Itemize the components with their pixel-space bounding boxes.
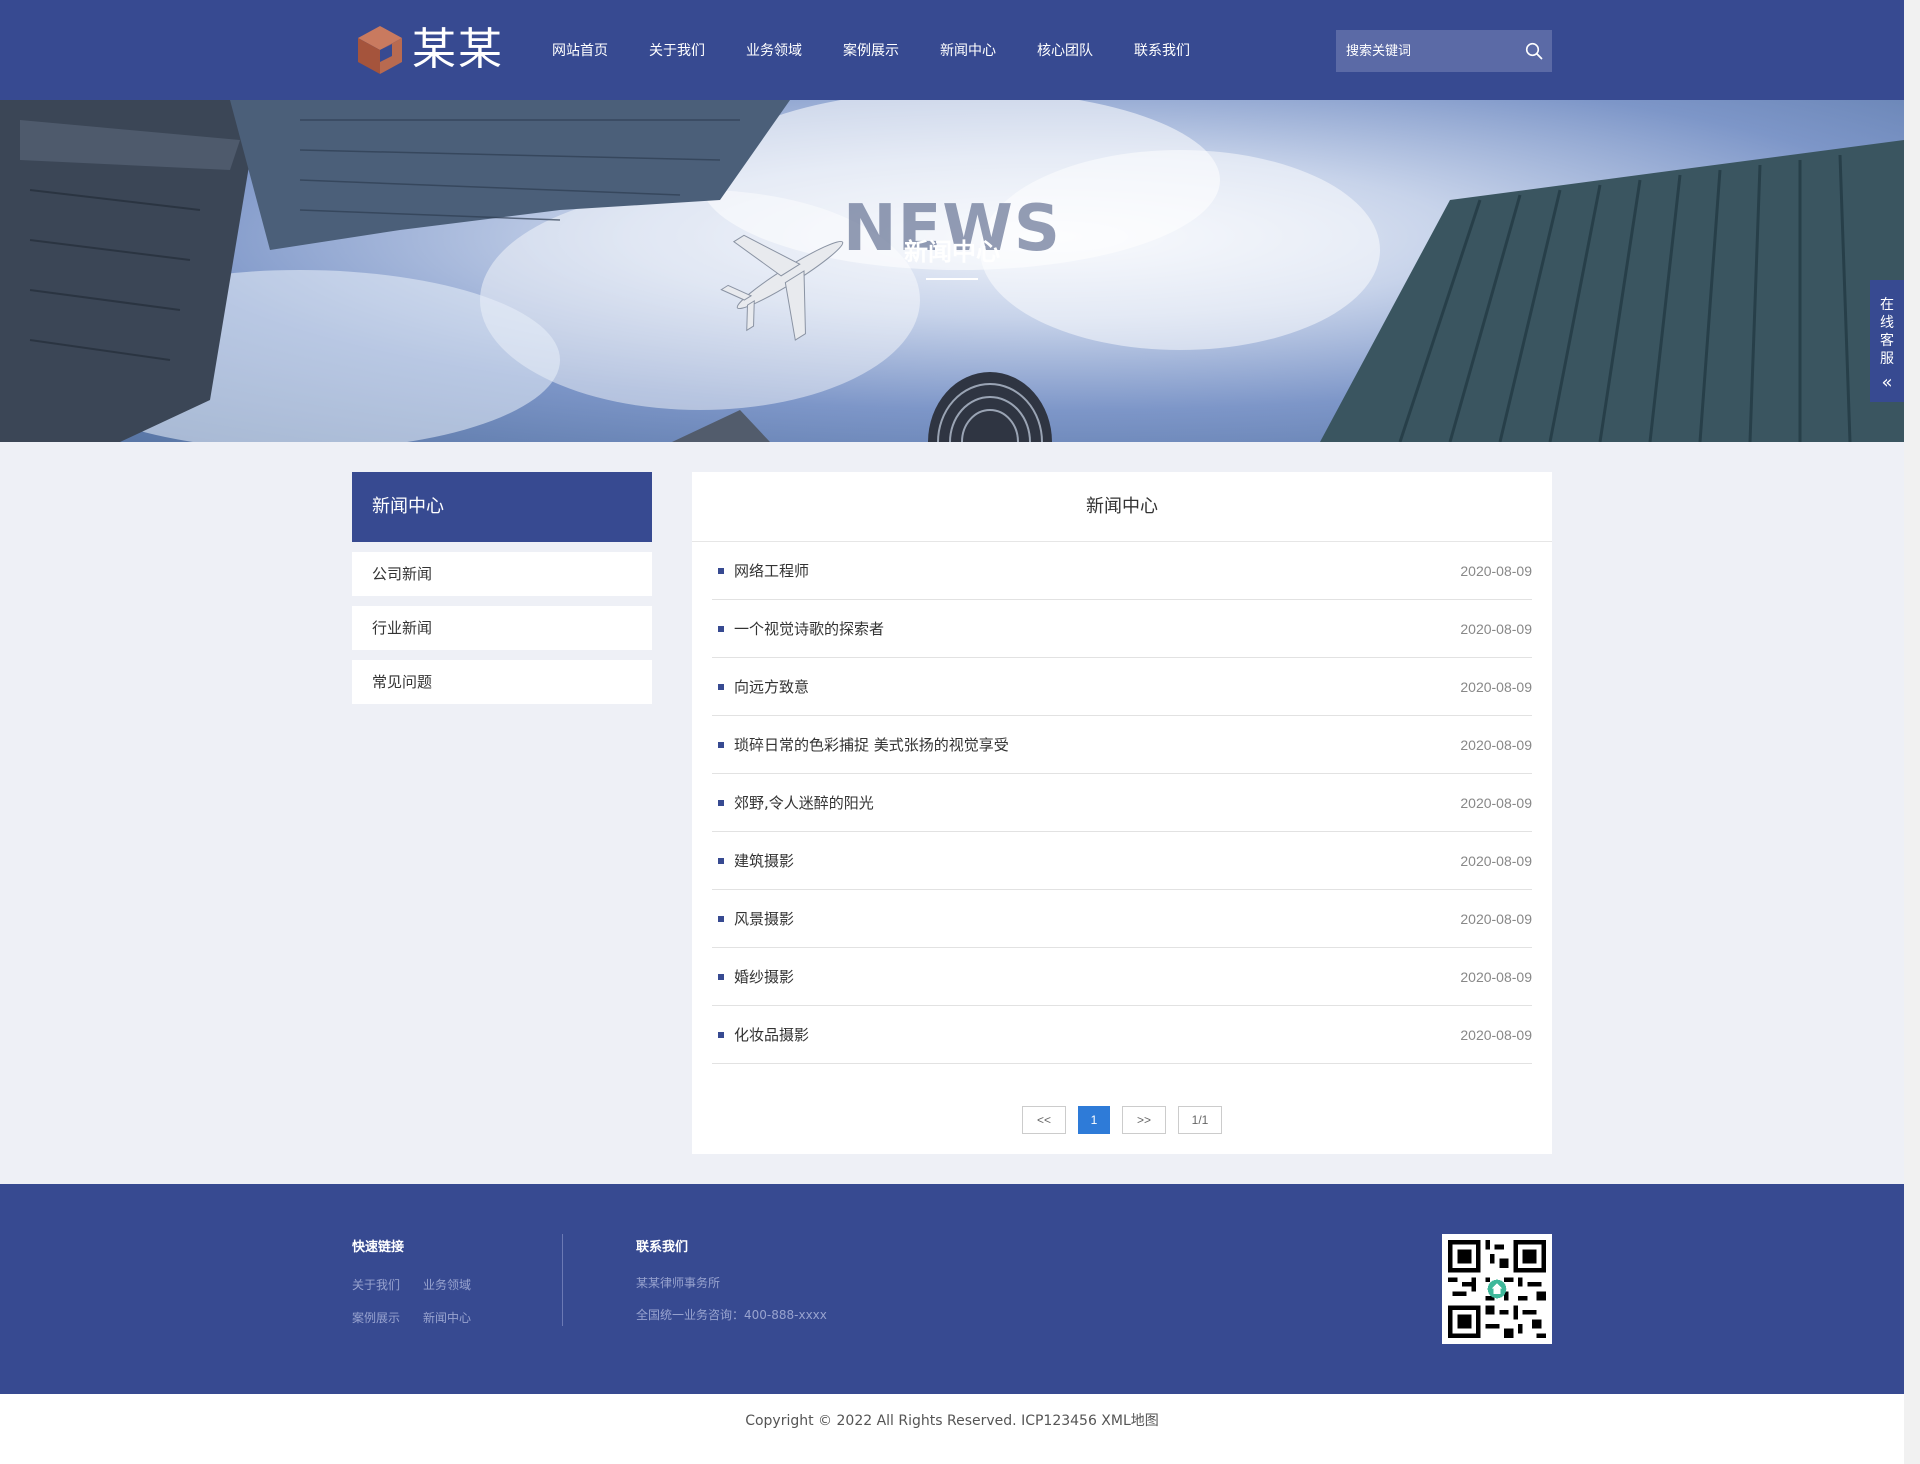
sidebar-title: 新闻中心	[352, 472, 652, 542]
news-panel-title: 新闻中心	[692, 472, 1552, 542]
news-item-date: 2020-08-09	[1460, 620, 1532, 637]
logo-text: 某某	[412, 24, 504, 75]
site-header: 某某 网站首页 关于我们 业务领域 案例展示 新闻中心 核心团队 联系我们	[0, 0, 1904, 100]
qr-code	[1442, 1234, 1552, 1344]
news-item[interactable]: 婚纱摄影 2020-08-09	[712, 948, 1532, 1006]
nav-item-home[interactable]: 网站首页	[552, 40, 608, 60]
footer-link-business[interactable]: 业务领域	[423, 1276, 471, 1293]
sidebar-item-industry-news[interactable]: 行业新闻	[352, 606, 652, 650]
search-input[interactable]	[1336, 30, 1516, 72]
news-item[interactable]: 向远方致意 2020-08-09	[712, 658, 1532, 716]
footer-contact-title: 联系我们	[636, 1240, 689, 1255]
news-item[interactable]: 风景摄影 2020-08-09	[712, 890, 1532, 948]
news-item-date: 2020-08-09	[1460, 794, 1532, 811]
nav-item-team[interactable]: 核心团队	[1037, 40, 1093, 60]
news-item-date: 2020-08-09	[1460, 1026, 1532, 1043]
double-chevron-left-icon: «	[1881, 372, 1893, 393]
news-item-title[interactable]: 建筑摄影	[734, 850, 794, 871]
qr-code-icon	[1448, 1240, 1546, 1338]
page-scrollbar[interactable]	[1904, 0, 1920, 1464]
pagination-page-1[interactable]: 1	[1078, 1106, 1110, 1134]
bullet-icon	[718, 1031, 724, 1038]
page-banner: NEWS 新闻中心	[0, 100, 1904, 442]
news-panel: 新闻中心 网络工程师 2020-08-09 一个视觉诗歌的探索者 2020-08…	[692, 472, 1552, 1154]
nav-item-cases[interactable]: 案例展示	[843, 40, 899, 60]
bullet-icon	[718, 857, 724, 864]
logo-cube-icon	[358, 26, 402, 74]
footer-divider	[562, 1234, 563, 1326]
footer-link-cases[interactable]: 案例展示	[352, 1309, 400, 1326]
news-item[interactable]: 琐碎日常的色彩捕捉 美式张扬的视觉享受 2020-08-09	[712, 716, 1532, 774]
news-item-date: 2020-08-09	[1460, 736, 1532, 753]
news-item-title[interactable]: 风景摄影	[734, 908, 794, 929]
nav-item-contact[interactable]: 联系我们	[1134, 40, 1190, 60]
news-item[interactable]: 一个视觉诗歌的探索者 2020-08-09	[712, 600, 1532, 658]
news-item-title[interactable]: 郊野,令人迷醉的阳光	[734, 792, 874, 813]
bullet-icon	[718, 567, 724, 574]
logo[interactable]: 某某	[356, 24, 504, 76]
banner-title: 新闻中心	[904, 238, 1000, 266]
news-item-title[interactable]: 一个视觉诗歌的探索者	[734, 618, 884, 639]
online-service-label: 在线客服	[1880, 297, 1894, 367]
footer-links-title: 快速链接	[352, 1240, 405, 1255]
footer-hotline: 全国统一业务咨询：400-888-xxxx	[636, 1308, 827, 1322]
search-box	[1336, 30, 1552, 72]
news-list: 网络工程师 2020-08-09 一个视觉诗歌的探索者 2020-08-09 向…	[712, 542, 1532, 1064]
search-button[interactable]	[1516, 30, 1552, 72]
nav-item-about[interactable]: 关于我们	[649, 40, 705, 60]
pagination-info: 1/1	[1178, 1106, 1222, 1134]
news-item-date: 2020-08-09	[1460, 910, 1532, 927]
news-item-date: 2020-08-09	[1460, 562, 1532, 579]
nav-item-news[interactable]: 新闻中心	[940, 40, 996, 60]
news-item[interactable]: 网络工程师 2020-08-09	[712, 542, 1532, 600]
pagination-next-button[interactable]: >>	[1122, 1106, 1166, 1134]
bullet-icon	[718, 915, 724, 922]
news-item-title[interactable]: 琐碎日常的色彩捕捉 美式张扬的视觉享受	[734, 734, 1009, 755]
news-item[interactable]: 建筑摄影 2020-08-09	[712, 832, 1532, 890]
news-item-date: 2020-08-09	[1460, 678, 1532, 695]
news-item-title[interactable]: 网络工程师	[734, 560, 809, 581]
footer-link-about[interactable]: 关于我们	[352, 1276, 400, 1293]
copyright: Copyright © 2022 All Rights Reserved. IC…	[0, 1394, 1904, 1464]
bullet-icon	[718, 973, 724, 980]
news-item-date: 2020-08-09	[1460, 968, 1532, 985]
online-service-tab[interactable]: 在线客服 «	[1870, 280, 1904, 402]
news-item[interactable]: 郊野,令人迷醉的阳光 2020-08-09	[712, 774, 1532, 832]
search-icon	[1525, 42, 1543, 60]
site-footer: 快速链接 关于我们 业务领域 案例展示 新闻中心 联系我们 某某律师事务所 全国…	[0, 1184, 1904, 1394]
news-item-title[interactable]: 化妆品摄影	[734, 1024, 809, 1045]
bullet-icon	[718, 683, 724, 690]
pagination-prev-button[interactable]: <<	[1022, 1106, 1066, 1134]
sidebar-item-faq[interactable]: 常见问题	[352, 660, 652, 704]
news-item[interactable]: 化妆品摄影 2020-08-09	[712, 1006, 1532, 1064]
bullet-icon	[718, 625, 724, 632]
footer-company-name: 某某律师事务所	[636, 1276, 721, 1290]
bullet-icon	[718, 799, 724, 806]
city-sky-illustration	[0, 100, 1904, 442]
footer-link-news[interactable]: 新闻中心	[423, 1309, 471, 1326]
news-item-date: 2020-08-09	[1460, 852, 1532, 869]
pagination: << 1 >> 1/1	[692, 1106, 1552, 1134]
banner-underline	[926, 278, 978, 280]
news-item-title[interactable]: 向远方致意	[734, 676, 809, 697]
bullet-icon	[718, 741, 724, 748]
news-item-title[interactable]: 婚纱摄影	[734, 966, 794, 987]
nav-item-business[interactable]: 业务领域	[746, 40, 802, 60]
sidebar-item-company-news[interactable]: 公司新闻	[352, 552, 652, 596]
main-nav: 网站首页 关于我们 业务领域 案例展示 新闻中心 核心团队 联系我们	[552, 0, 1231, 100]
